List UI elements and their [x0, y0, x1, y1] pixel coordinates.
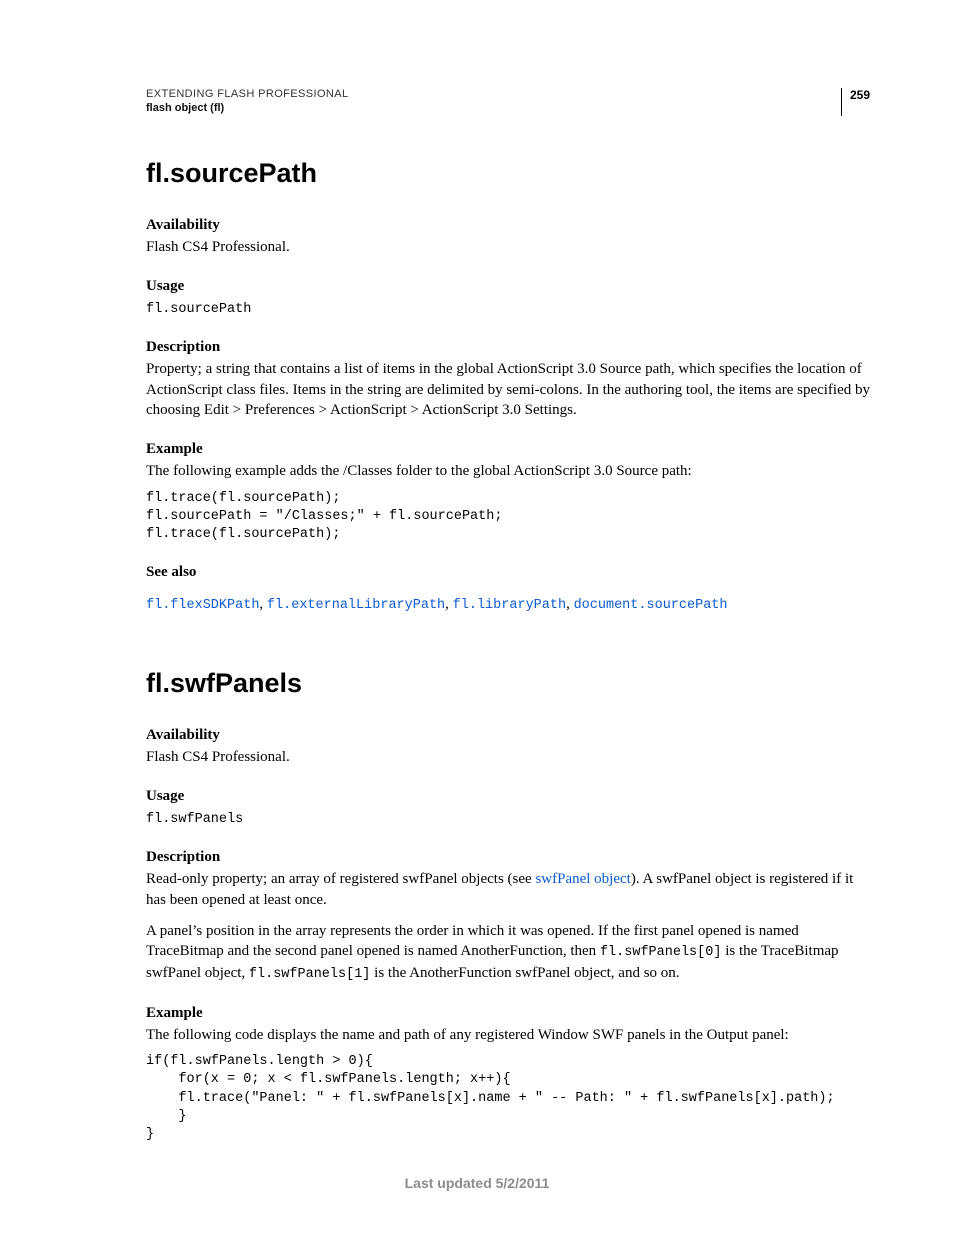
inline-code: fl.swfPanels[1]	[249, 967, 371, 982]
section-title-swfpanels: fl.swfPanels	[146, 668, 870, 699]
inline-code: fl.swfPanels[0]	[600, 945, 722, 960]
example-label: Example	[146, 1005, 870, 1022]
availability-text: Flash CS4 Professional.	[146, 747, 870, 768]
separator: ,	[259, 596, 267, 612]
description-p2-post: is the AnotherFunction swfPanel object, …	[370, 965, 679, 981]
availability-text: Flash CS4 Professional.	[146, 237, 870, 258]
description-p2: A panel’s position in the array represen…	[146, 921, 870, 985]
usage-label: Usage	[146, 788, 870, 805]
usage-label: Usage	[146, 278, 870, 295]
description-text: Property; a string that contains a list …	[146, 359, 870, 421]
link-swfpanel-object[interactable]: swfPanel object	[535, 871, 630, 887]
section-gap	[146, 628, 870, 668]
separator: ,	[445, 596, 453, 612]
link-externallibrarypath[interactable]: fl.externalLibraryPath	[267, 598, 445, 613]
running-subtitle: flash object (fl)	[146, 102, 870, 114]
separator: ,	[566, 596, 574, 612]
example-label: Example	[146, 441, 870, 458]
page: EXTENDING FLASH PROFESSIONAL flash objec…	[0, 0, 954, 1235]
seealso-links: fl.flexSDKPath, fl.externalLibraryPath, …	[146, 596, 870, 613]
seealso-label: See also	[146, 564, 870, 581]
description-p1: Read-only property; an array of register…	[146, 869, 870, 910]
example-code: fl.trace(fl.sourcePath); fl.sourcePath =…	[146, 490, 870, 545]
availability-label: Availability	[146, 727, 870, 744]
section-title-sourcepath: fl.sourcePath	[146, 158, 870, 189]
example-code: if(fl.swfPanels.length > 0){ for(x = 0; …	[146, 1053, 870, 1144]
description-label: Description	[146, 339, 870, 356]
example-intro: The following example adds the /Classes …	[146, 461, 870, 482]
link-librarypath[interactable]: fl.libraryPath	[453, 598, 566, 613]
link-document-sourcepath[interactable]: document.sourcePath	[574, 598, 728, 613]
usage-code: fl.sourcePath	[146, 301, 870, 319]
page-header: EXTENDING FLASH PROFESSIONAL flash objec…	[146, 88, 870, 114]
example-intro: The following code displays the name and…	[146, 1025, 870, 1046]
page-number: 259	[841, 88, 870, 116]
availability-label: Availability	[146, 217, 870, 234]
link-flexsdkpath[interactable]: fl.flexSDKPath	[146, 598, 259, 613]
page-footer: Last updated 5/2/2011	[0, 1175, 954, 1191]
usage-code: fl.swfPanels	[146, 811, 870, 829]
running-title: EXTENDING FLASH PROFESSIONAL	[146, 88, 870, 100]
description-label: Description	[146, 849, 870, 866]
description-p1-pre: Read-only property; an array of register…	[146, 871, 535, 887]
